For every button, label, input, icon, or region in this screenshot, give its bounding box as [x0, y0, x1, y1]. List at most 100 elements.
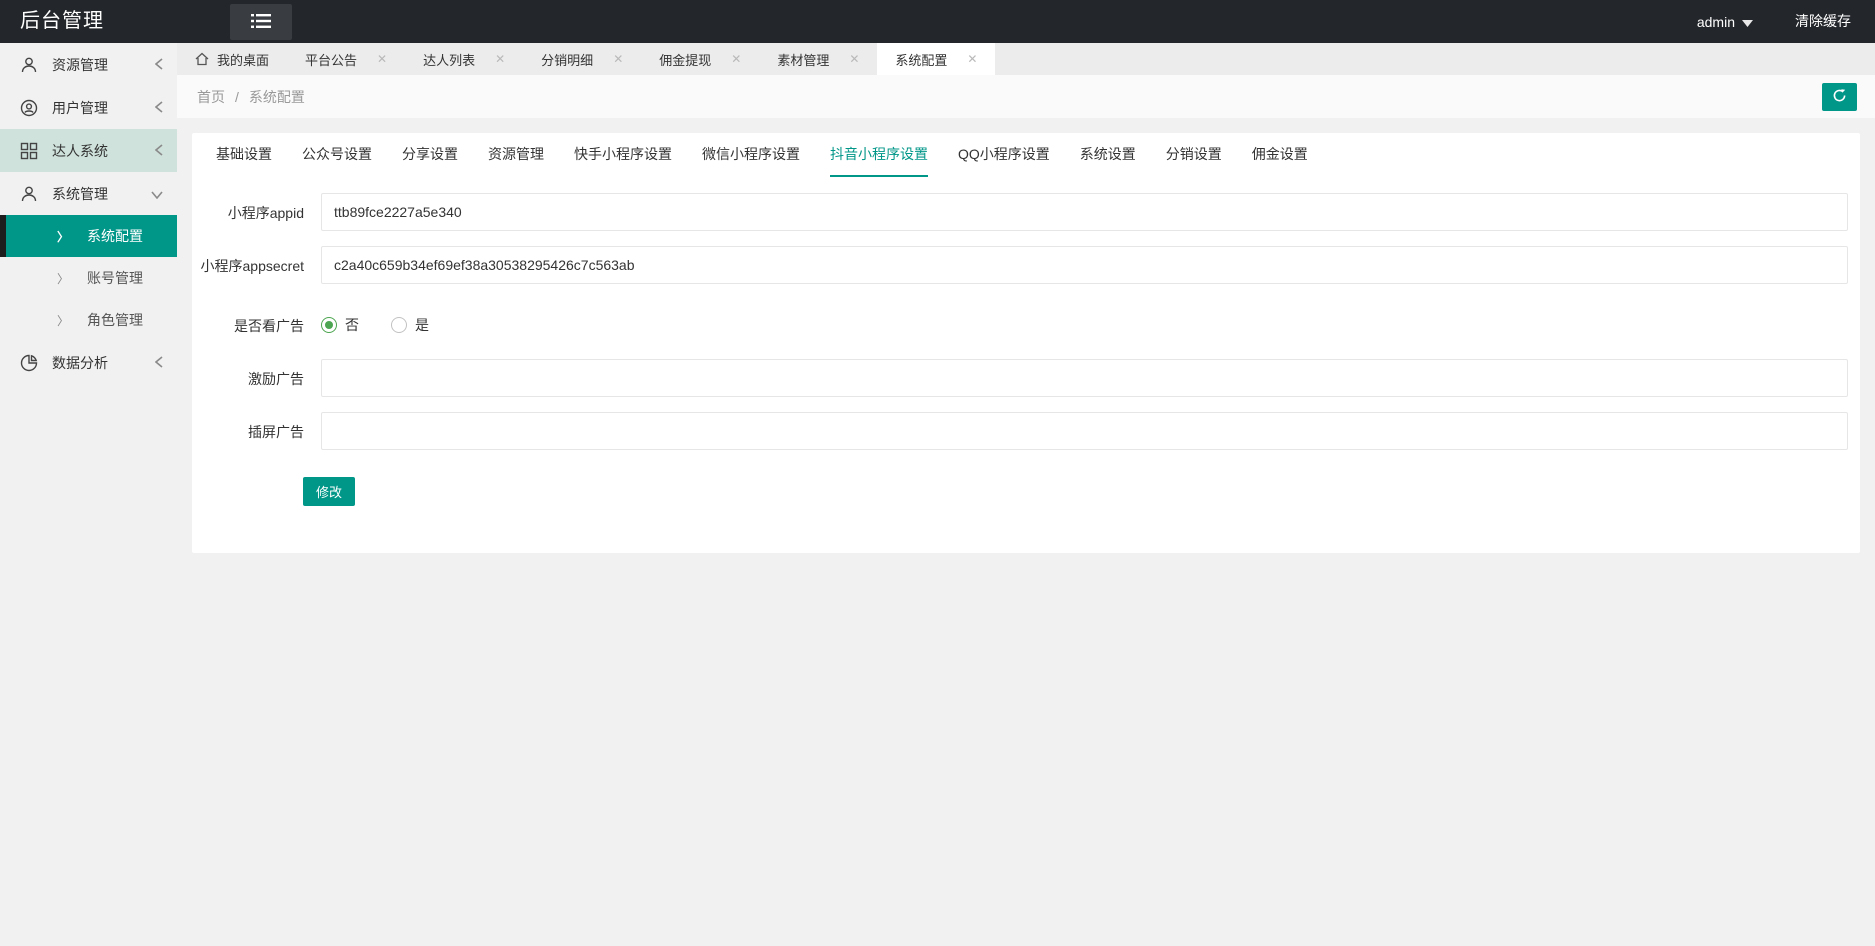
sidebar-subitem-label: 账号管理: [87, 268, 143, 288]
clear-cache-button[interactable]: 清除缓存: [1771, 0, 1875, 43]
main-area: 基础设置 公众号设置 分享设置 资源管理 快手小程序设置 微信小程序设置 抖音小…: [177, 118, 1875, 946]
username: admin: [1697, 14, 1735, 30]
user-circle-icon: [20, 99, 38, 117]
sidebar-subitem-label: 角色管理: [87, 310, 143, 330]
breadcrumb-current: 系统配置: [249, 87, 305, 107]
settings-card: 基础设置 公众号设置 分享设置 资源管理 快手小程序设置 微信小程序设置 抖音小…: [192, 133, 1860, 553]
sidebar-item-system-mgmt[interactable]: 系统管理: [0, 172, 177, 215]
open-tab-label: 素材管理: [777, 50, 829, 69]
tab-kuaishou-miniapp-settings[interactable]: 快手小程序设置: [574, 133, 672, 177]
radio-no-label[interactable]: 否: [345, 315, 359, 335]
form-row-appid: 小程序appid: [192, 193, 1860, 231]
open-tab-label: 系统配置: [895, 50, 947, 69]
hamburger-icon: [251, 13, 271, 32]
sidebar-item-data-analysis[interactable]: 数据分析: [0, 341, 177, 384]
sidebar-item-label: 资源管理: [52, 55, 108, 75]
breadcrumb-bar: 首页 / 系统配置: [177, 75, 1875, 118]
open-tab-label: 平台公告: [305, 50, 357, 69]
field-label: 激励广告: [200, 359, 304, 397]
close-icon[interactable]: ✕: [731, 52, 741, 66]
open-tab-label: 佣金提现: [659, 50, 711, 69]
sidebar-item-label: 系统管理: [52, 184, 108, 204]
tab-basic-settings[interactable]: 基础设置: [216, 133, 272, 177]
arrow-right-icon: 〉: [57, 312, 69, 329]
radio-yes-label[interactable]: 是: [415, 315, 429, 335]
sidebar-subitem-system-config[interactable]: 〉 系统配置: [0, 215, 177, 257]
tab-wechat-miniapp-settings[interactable]: 微信小程序设置: [702, 133, 800, 177]
app-header: 后台管理 admin 清除缓存: [0, 0, 1875, 43]
open-tab-system-config[interactable]: 系统配置 ✕: [877, 43, 995, 75]
tab-resource-mgmt[interactable]: 资源管理: [488, 133, 544, 177]
appid-input[interactable]: [321, 193, 1848, 231]
breadcrumb: 首页 / 系统配置: [197, 75, 305, 118]
field-label: 小程序appid: [200, 193, 304, 231]
grid-icon: [20, 142, 38, 160]
field-label: 小程序appsecret: [200, 246, 304, 284]
refresh-button[interactable]: [1822, 83, 1857, 111]
form-row-reward-ad: 激励广告: [192, 359, 1860, 397]
sidebar-item-talent-system[interactable]: 达人系统: [0, 129, 177, 172]
sidebar-subitem-role-mgmt[interactable]: 〉 角色管理: [0, 299, 177, 341]
form-row-watch-ads: 是否看广告 否 是: [192, 306, 1860, 344]
arrow-right-icon: 〉: [57, 270, 69, 287]
tab-system-settings[interactable]: 系统设置: [1080, 133, 1136, 177]
field-label: 插屏广告: [200, 412, 304, 450]
appsecret-input[interactable]: [321, 246, 1848, 284]
close-icon[interactable]: ✕: [967, 52, 977, 66]
open-tab-platform-notice[interactable]: 平台公告 ✕: [287, 43, 405, 75]
interstitial-ad-input[interactable]: [321, 412, 1848, 450]
open-tabs-bar: 我的桌面 平台公告 ✕ 达人列表 ✕ 分销明细 ✕ 佣金提现 ✕ 素材管理 ✕ …: [177, 43, 1875, 75]
open-tab-distribution-detail[interactable]: 分销明细 ✕: [523, 43, 641, 75]
tab-official-account-settings[interactable]: 公众号设置: [302, 133, 372, 177]
close-icon[interactable]: ✕: [849, 52, 859, 66]
open-tab-label: 分销明细: [541, 50, 593, 69]
sidebar: 资源管理 用户管理 达人系统 系统管理 〉 系统配置: [0, 43, 177, 946]
refresh-icon: [1832, 88, 1847, 106]
user-icon: [20, 56, 38, 74]
close-icon[interactable]: ✕: [377, 52, 387, 66]
sidebar-subitem-label: 系统配置: [87, 226, 143, 246]
radio-yes[interactable]: [391, 317, 407, 333]
open-tab-label: 我的桌面: [217, 50, 269, 69]
caret-down-icon: [1742, 14, 1753, 30]
form-row-appsecret: 小程序appsecret: [192, 246, 1860, 284]
tab-douyin-miniapp-settings[interactable]: 抖音小程序设置: [830, 133, 928, 177]
chevron-down-icon: [151, 186, 163, 202]
open-tab-label: 达人列表: [423, 50, 475, 69]
chevron-left-icon: [155, 100, 163, 116]
app-title: 后台管理: [20, 0, 104, 43]
arrow-right-icon: 〉: [57, 228, 69, 245]
sidebar-item-label: 用户管理: [52, 98, 108, 118]
tab-commission-settings[interactable]: 佣金设置: [1252, 133, 1308, 177]
chevron-left-icon: [155, 143, 163, 159]
home-icon: [195, 52, 209, 66]
sidebar-subitem-account-mgmt[interactable]: 〉 账号管理: [0, 257, 177, 299]
menu-toggle-button[interactable]: [230, 4, 292, 40]
sidebar-item-label: 数据分析: [52, 353, 108, 373]
radio-no[interactable]: [321, 317, 337, 333]
chevron-left-icon: [155, 57, 163, 73]
breadcrumb-separator: /: [235, 89, 239, 105]
settings-form: 小程序appid 小程序appsecret 是否看广告 否 是: [192, 177, 1860, 506]
submit-button[interactable]: 修改: [303, 477, 355, 506]
close-icon[interactable]: ✕: [495, 52, 505, 66]
open-tab-desktop[interactable]: 我的桌面: [177, 43, 287, 75]
user-menu[interactable]: admin: [1679, 0, 1771, 43]
tab-qq-miniapp-settings[interactable]: QQ小程序设置: [958, 133, 1050, 177]
settings-tabs: 基础设置 公众号设置 分享设置 资源管理 快手小程序设置 微信小程序设置 抖音小…: [192, 133, 1860, 177]
open-tab-talent-list[interactable]: 达人列表 ✕: [405, 43, 523, 75]
sidebar-item-resource-mgmt[interactable]: 资源管理: [0, 43, 177, 86]
open-tab-commission-withdraw[interactable]: 佣金提现 ✕: [641, 43, 759, 75]
admin-user-icon: [20, 185, 38, 203]
close-icon[interactable]: ✕: [613, 52, 623, 66]
sidebar-item-user-mgmt[interactable]: 用户管理: [0, 86, 177, 129]
reward-ad-input[interactable]: [321, 359, 1848, 397]
open-tab-material-mgmt[interactable]: 素材管理 ✕: [759, 43, 877, 75]
tab-distribution-settings[interactable]: 分销设置: [1166, 133, 1222, 177]
sidebar-item-label: 达人系统: [52, 141, 108, 161]
breadcrumb-home[interactable]: 首页: [197, 87, 225, 107]
header-right: admin 清除缓存: [1679, 0, 1875, 43]
chevron-left-icon: [155, 355, 163, 371]
tab-share-settings[interactable]: 分享设置: [402, 133, 458, 177]
pie-chart-icon: [20, 354, 38, 372]
